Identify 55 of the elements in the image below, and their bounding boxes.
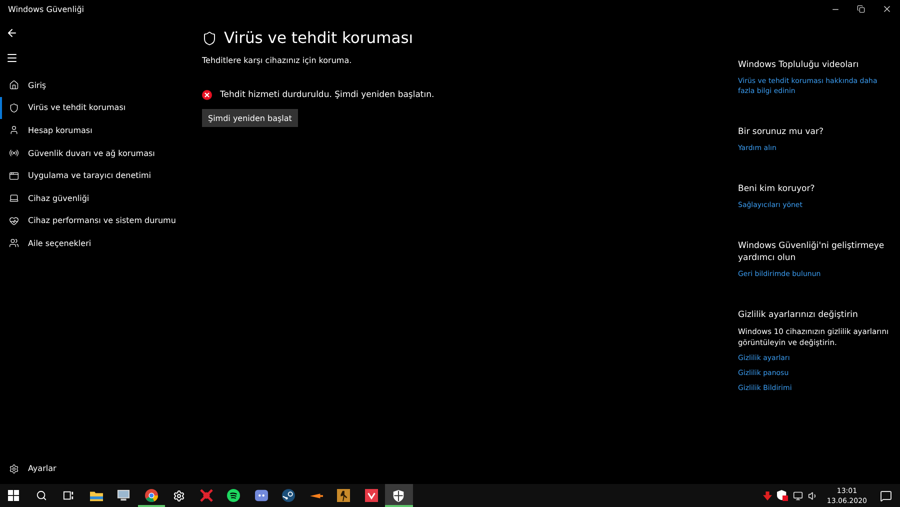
person-icon [9,125,19,136]
notifications-icon[interactable] [880,490,892,502]
shield-icon [393,490,404,502]
shield-icon [202,30,217,46]
nav-item[interactable]: Giriş [0,74,190,97]
section-heading: Windows Güvenliği'ni geliştirmeye yardımcı olun [738,240,886,264]
download-icon[interactable] [762,490,772,500]
monitor-app-icon [117,489,130,502]
section-heading: Beni kim koruyor? [738,183,816,195]
shield-icon [9,102,19,113]
home-icon [9,80,19,90]
section-heading: Windows Topluluğu videoları [738,59,860,71]
page-subtitle: Tehditlere karşı cihazınız için koruma. [202,56,352,65]
antenna-icon [9,148,19,158]
nav-item[interactable]: Uygulama ve tarayıcı denetimi [0,164,190,187]
section-heading: Gizlilik ayarlarınızı değiştirin [738,309,859,321]
heart-icon [9,216,19,226]
nav-item[interactable]: Aile seçenekleri [0,232,190,255]
network-icon[interactable] [792,490,803,500]
people-icon [9,238,19,248]
back-arrow-icon [6,27,18,39]
check-app-icon [364,489,378,502]
star-app-icon [200,489,213,502]
page-title: Virüs ve tehdit koruması [224,29,414,47]
nav-item[interactable]: Cihaz güvenliği [0,186,190,210]
gear-icon [172,490,185,502]
nav-item[interactable]: Hesap koruması [0,119,190,142]
folder-icon [90,489,103,502]
menu-icon [6,52,18,64]
close-icon [882,4,892,14]
windows-logo-icon [8,490,20,501]
security-tray-icon[interactable] [776,490,788,501]
steam-icon [282,489,296,502]
game-icon [337,489,350,502]
taskbar-button[interactable] [385,484,412,507]
volume-icon[interactable] [808,490,818,500]
nav-item[interactable]: Güvenlik duvarı ve ağ koruması [0,142,190,164]
nav-item[interactable]: Virüs ve tehdit koruması [0,96,190,120]
restore-icon [857,5,865,13]
search-icon [36,490,47,501]
browser-icon [144,489,158,502]
chat-app-icon [254,489,268,502]
music-app-icon [227,489,240,502]
settings-icon [9,464,19,474]
nav-item[interactable]: Cihaz performansı ve sistem durumu [0,210,190,232]
settings-item[interactable]: Ayarlar [0,457,190,480]
restart-button[interactable]: Şimdi yeniden başlat [202,109,298,127]
task-view-icon [63,490,74,501]
arrow-app-icon [310,492,323,500]
alert-message: Tehdit hizmeti durduruldu. Şimdi yeniden başlatın. [220,90,434,100]
laptop-icon [9,193,19,204]
window-title: Windows Güvenliği [8,4,85,14]
window-icon [9,170,19,181]
error-icon [202,90,212,100]
section-heading: Bir sorunuz mu var? [738,126,824,138]
